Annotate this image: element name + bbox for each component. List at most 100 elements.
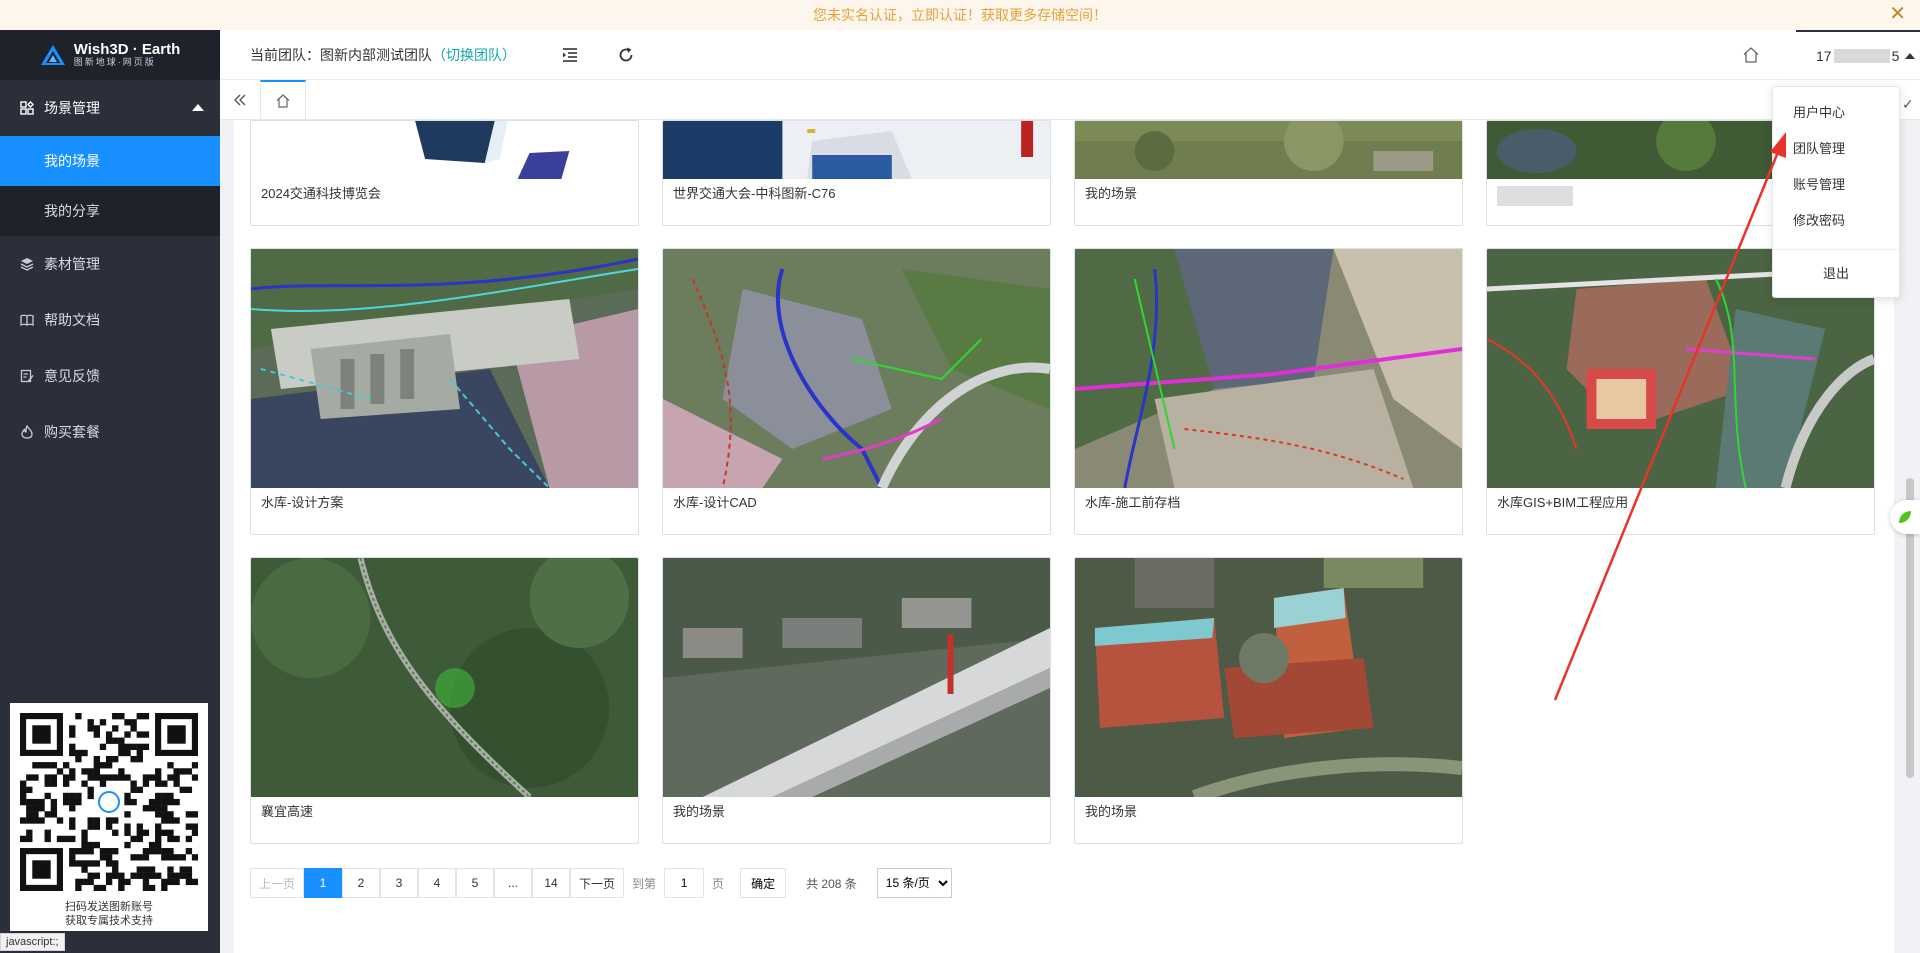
scene-title: 水库-设计方案: [261, 495, 344, 510]
qr-module: [136, 854, 143, 861]
verify-link[interactable]: 立即认证: [911, 5, 967, 25]
qr-module: [136, 731, 143, 738]
qr-module: [69, 835, 76, 843]
qr-module: [75, 749, 82, 757]
page-button-5[interactable]: 5: [456, 868, 495, 898]
home-icon[interactable]: [1742, 46, 1760, 64]
qr-module: [173, 878, 180, 886]
scene-card[interactable]: 水库-施工前存档: [1074, 248, 1463, 535]
page-button-14[interactable]: 14: [532, 868, 571, 898]
refresh-icon[interactable]: [616, 45, 636, 65]
page-size-select[interactable]: 15 条/页: [876, 868, 952, 898]
scene-thumbnail: [663, 249, 1050, 488]
qr-module: [148, 841, 156, 849]
goto-confirm-button[interactable]: 确定: [740, 868, 787, 898]
status-bar-url: javascript:;: [0, 933, 65, 951]
logo: Wish3D · Earth 图新地球·网页版: [0, 30, 220, 80]
page-button-3[interactable]: 3: [380, 868, 419, 898]
qr-module: [124, 878, 131, 886]
qr-module: [81, 866, 88, 873]
sidebar-item-help-docs[interactable]: 帮助文档: [0, 292, 220, 348]
qr-module: [167, 792, 174, 800]
qr-module: [26, 798, 33, 806]
scene-title: 世界交通大会-中科图新-C76: [673, 186, 836, 201]
scene-card[interactable]: 我的场景: [1074, 120, 1463, 226]
scene-card[interactable]: 世界交通大会-中科图新-C76: [662, 120, 1051, 226]
scene-card[interactable]: 2024交通科技博览会: [250, 120, 639, 226]
qr-module: [99, 719, 107, 726]
qr-module: [56, 835, 64, 843]
qr-module: [130, 725, 137, 732]
page-ellipsis[interactable]: ...: [494, 868, 533, 898]
qr-module: [81, 829, 88, 836]
qr-module: [179, 872, 186, 879]
tab-home[interactable]: [260, 80, 306, 119]
qr-module: [191, 878, 199, 886]
menu-item-team-management[interactable]: 团队管理: [1773, 131, 1899, 167]
page-button-2[interactable]: 2: [342, 868, 381, 898]
scene-title: 2024交通科技博览会: [261, 186, 381, 201]
goto-label: 到第: [632, 876, 657, 891]
qr-module: [179, 854, 186, 861]
scene-card[interactable]: 我的场景: [662, 557, 1051, 844]
indent-icon[interactable]: [560, 45, 580, 65]
qr-module: [167, 872, 174, 879]
qr-module: [69, 768, 76, 775]
qr-module: [136, 835, 143, 843]
page-button-4[interactable]: 4: [418, 868, 457, 898]
sidebar-item-my-shares[interactable]: 我的分享: [0, 186, 220, 236]
qr-module: [179, 786, 186, 793]
user-menu-trigger[interactable]: 17 5: [1796, 30, 1920, 80]
menu-item-user-center[interactable]: 用户中心: [1773, 95, 1899, 131]
qr-module: [26, 774, 33, 781]
menu-item-logout[interactable]: 退出: [1773, 256, 1899, 292]
qr-module: [69, 792, 76, 800]
page-button-1[interactable]: 1: [304, 868, 343, 898]
qr-module: [99, 743, 107, 751]
qr-module: [136, 749, 143, 757]
scene-card[interactable]: 我的场景: [1074, 557, 1463, 844]
menu-item-account-management[interactable]: 账号管理: [1773, 167, 1899, 203]
brand-title: Wish3D · Earth: [73, 41, 181, 59]
collapse-sidebar-button[interactable]: [220, 80, 260, 119]
qr-module: [167, 817, 174, 824]
scene-title: 我的场景: [1085, 186, 1138, 201]
sidebar-item-my-scenes[interactable]: 我的场景: [0, 136, 220, 186]
qr-module: [93, 768, 100, 775]
floating-leaf-button[interactable]: [1890, 500, 1920, 534]
scene-title: 水库-施工前存档: [1085, 495, 1181, 510]
scene-card[interactable]: 襄宜高速: [250, 557, 639, 844]
sidebar-item-purchase[interactable]: 购买套餐: [0, 404, 220, 460]
current-team: 当前团队：图新内部测试团队（切换团队）: [250, 45, 516, 65]
qr-module: [124, 774, 131, 781]
brand-subtitle: 图新地球·网页版: [73, 57, 156, 68]
qr-module: [185, 835, 193, 843]
qr-module: [75, 848, 82, 855]
qr-module: [20, 798, 27, 806]
scene-card[interactable]: 水库-设计方案: [250, 248, 639, 535]
goto-page-input[interactable]: [664, 868, 705, 898]
qr-module: [69, 848, 76, 855]
prev-page-button[interactable]: 上一页: [250, 868, 305, 898]
qr-module: [130, 872, 137, 879]
chat-bubble-icon: [98, 791, 120, 813]
caret-up-icon: [1905, 53, 1916, 59]
qr-module: [167, 829, 174, 836]
sidebar-group-scene-management[interactable]: 场景管理: [0, 80, 220, 136]
next-page-button[interactable]: 下一页: [570, 868, 625, 898]
qr-module: [155, 841, 162, 849]
switch-team-link[interactable]: （切换团队）: [432, 47, 516, 63]
menu-item-change-password[interactable]: 修改密码: [1773, 203, 1899, 239]
qr-module: [118, 884, 125, 892]
sidebar-item-materials[interactable]: 素材管理: [0, 236, 220, 292]
qr-module: [50, 811, 58, 818]
close-icon[interactable]: ✕: [1889, 4, 1906, 24]
qr-module: [155, 848, 162, 855]
sidebar-item-feedback[interactable]: 意见反馈: [0, 348, 220, 404]
scene-thumbnail: [663, 121, 1050, 179]
qr-module: [105, 817, 113, 824]
qr-module: [112, 866, 119, 873]
scene-card[interactable]: 水库-设计CAD: [662, 248, 1051, 535]
qr-module: [93, 755, 100, 763]
qr-module: [32, 798, 39, 806]
